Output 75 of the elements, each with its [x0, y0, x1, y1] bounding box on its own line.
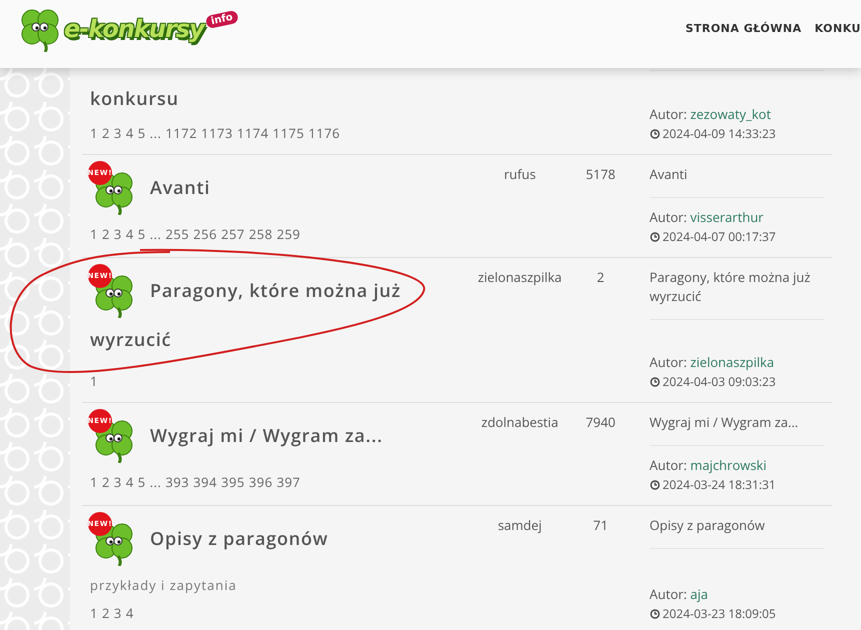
page-link[interactable]: 2 — [102, 473, 110, 491]
page-link[interactable]: 1176 — [308, 124, 340, 142]
page-link[interactable]: 394 — [193, 473, 218, 491]
page-link[interactable]: 1172 — [165, 124, 198, 142]
last-post-date: 2024-04-07 00:17:37 — [662, 228, 776, 245]
page-link[interactable]: 1 — [90, 604, 98, 622]
last-post-date: 2024-03-23 18:09:05 — [662, 605, 776, 622]
page-link[interactable]: 3 — [114, 225, 122, 243]
topic-author[interactable]: zielonaszpilka — [470, 266, 570, 390]
page-link[interactable]: 3 — [114, 124, 122, 142]
clock-icon — [650, 480, 660, 490]
last-post-subject[interactable]: Avanti — [650, 165, 824, 184]
author-label: Autor: — [650, 585, 687, 603]
post-count: 5178 — [584, 164, 616, 185]
last-post-subject[interactable]: Wygraj mi / Wygram za... — [650, 413, 824, 432]
page-link[interactable]: 1175 — [272, 124, 304, 142]
page-link[interactable]: 4 — [126, 225, 134, 243]
last-post-author-link[interactable]: visserarthur — [690, 208, 764, 226]
last-post-date: 2024-03-24 18:31:31 — [662, 476, 776, 493]
last-post-date: 2024-04-03 09:03:23 — [662, 373, 776, 390]
page-link[interactable]: 1174 — [236, 124, 269, 142]
nav-link[interactable]: KONKU — [814, 22, 861, 35]
last-post-author-link[interactable]: zezowaty_kot — [690, 105, 772, 123]
page-link[interactable]: 396 — [248, 473, 273, 491]
post-count: 7940 — [584, 412, 616, 433]
page-link[interactable]: 255 — [165, 225, 190, 243]
last-post-author-link[interactable]: aja — [690, 585, 708, 603]
last-post-date: 2024-04-09 14:33:23 — [662, 125, 776, 142]
post-count: 2 — [596, 267, 606, 288]
clock-icon — [650, 608, 660, 618]
page-link[interactable]: 395 — [221, 473, 245, 491]
page-link[interactable]: 4 — [126, 124, 134, 142]
logo-tag: info — [204, 9, 239, 29]
last-post-subject[interactable]: Opisy z paragonów — [650, 516, 824, 535]
author-label: Autor: — [650, 353, 687, 371]
author-label: Autor: — [650, 105, 687, 123]
page-link[interactable]: ... — [150, 225, 162, 243]
last-post-subject[interactable]: Paragony, które można już wyrzucić — [650, 268, 824, 306]
page-link[interactable]: 3 — [114, 473, 122, 491]
page-link[interactable]: 1173 — [201, 124, 233, 142]
page-link[interactable]: 5 — [138, 473, 146, 491]
last-post-author-link[interactable]: zielonaszpilka — [690, 353, 774, 371]
author-label: Autor: — [650, 208, 687, 226]
topic-author[interactable]: samdej — [470, 514, 570, 622]
topic-description: przykłady i zapytania — [90, 576, 238, 594]
nav-link[interactable]: STRONA GŁÓWNA — [685, 22, 802, 35]
topic-author[interactable]: rufus — [470, 163, 570, 245]
topic-author[interactable]: zdolnabestia — [470, 411, 570, 493]
page-link[interactable]: 5 — [138, 225, 146, 243]
page-link[interactable]: 1 — [90, 225, 98, 243]
post-count: 71 — [592, 515, 610, 536]
clock-icon — [650, 128, 660, 138]
author-label: Autor: — [650, 456, 687, 474]
page-link[interactable]: 393 — [165, 473, 190, 491]
topic-title[interactable]: konkursu — [90, 84, 470, 114]
page-link[interactable]: 1 — [90, 473, 98, 491]
page-link[interactable]: 397 — [276, 473, 300, 491]
page-link[interactable]: 4 — [126, 473, 134, 491]
page-link[interactable]: 4 — [126, 604, 134, 622]
page-link[interactable]: 3 — [114, 604, 122, 622]
clock-icon — [650, 376, 660, 386]
page-link[interactable]: 1 — [90, 124, 98, 142]
page-link[interactable]: 2 — [102, 124, 110, 142]
last-post-author-link[interactable]: majchrowski — [690, 456, 767, 474]
page-link[interactable]: 2 — [102, 604, 110, 622]
page-link[interactable]: 257 — [221, 225, 245, 243]
page-link[interactable]: 256 — [193, 225, 218, 243]
page-link[interactable]: ... — [150, 473, 162, 491]
page-link[interactable]: 1 — [90, 372, 98, 390]
page-link[interactable]: ... — [150, 124, 162, 142]
page-link[interactable]: 2 — [102, 225, 110, 243]
page-link[interactable]: 5 — [138, 124, 146, 142]
page-link[interactable]: 258 — [248, 225, 273, 243]
page-link[interactable]: 259 — [276, 225, 300, 243]
clock-icon — [650, 232, 660, 242]
